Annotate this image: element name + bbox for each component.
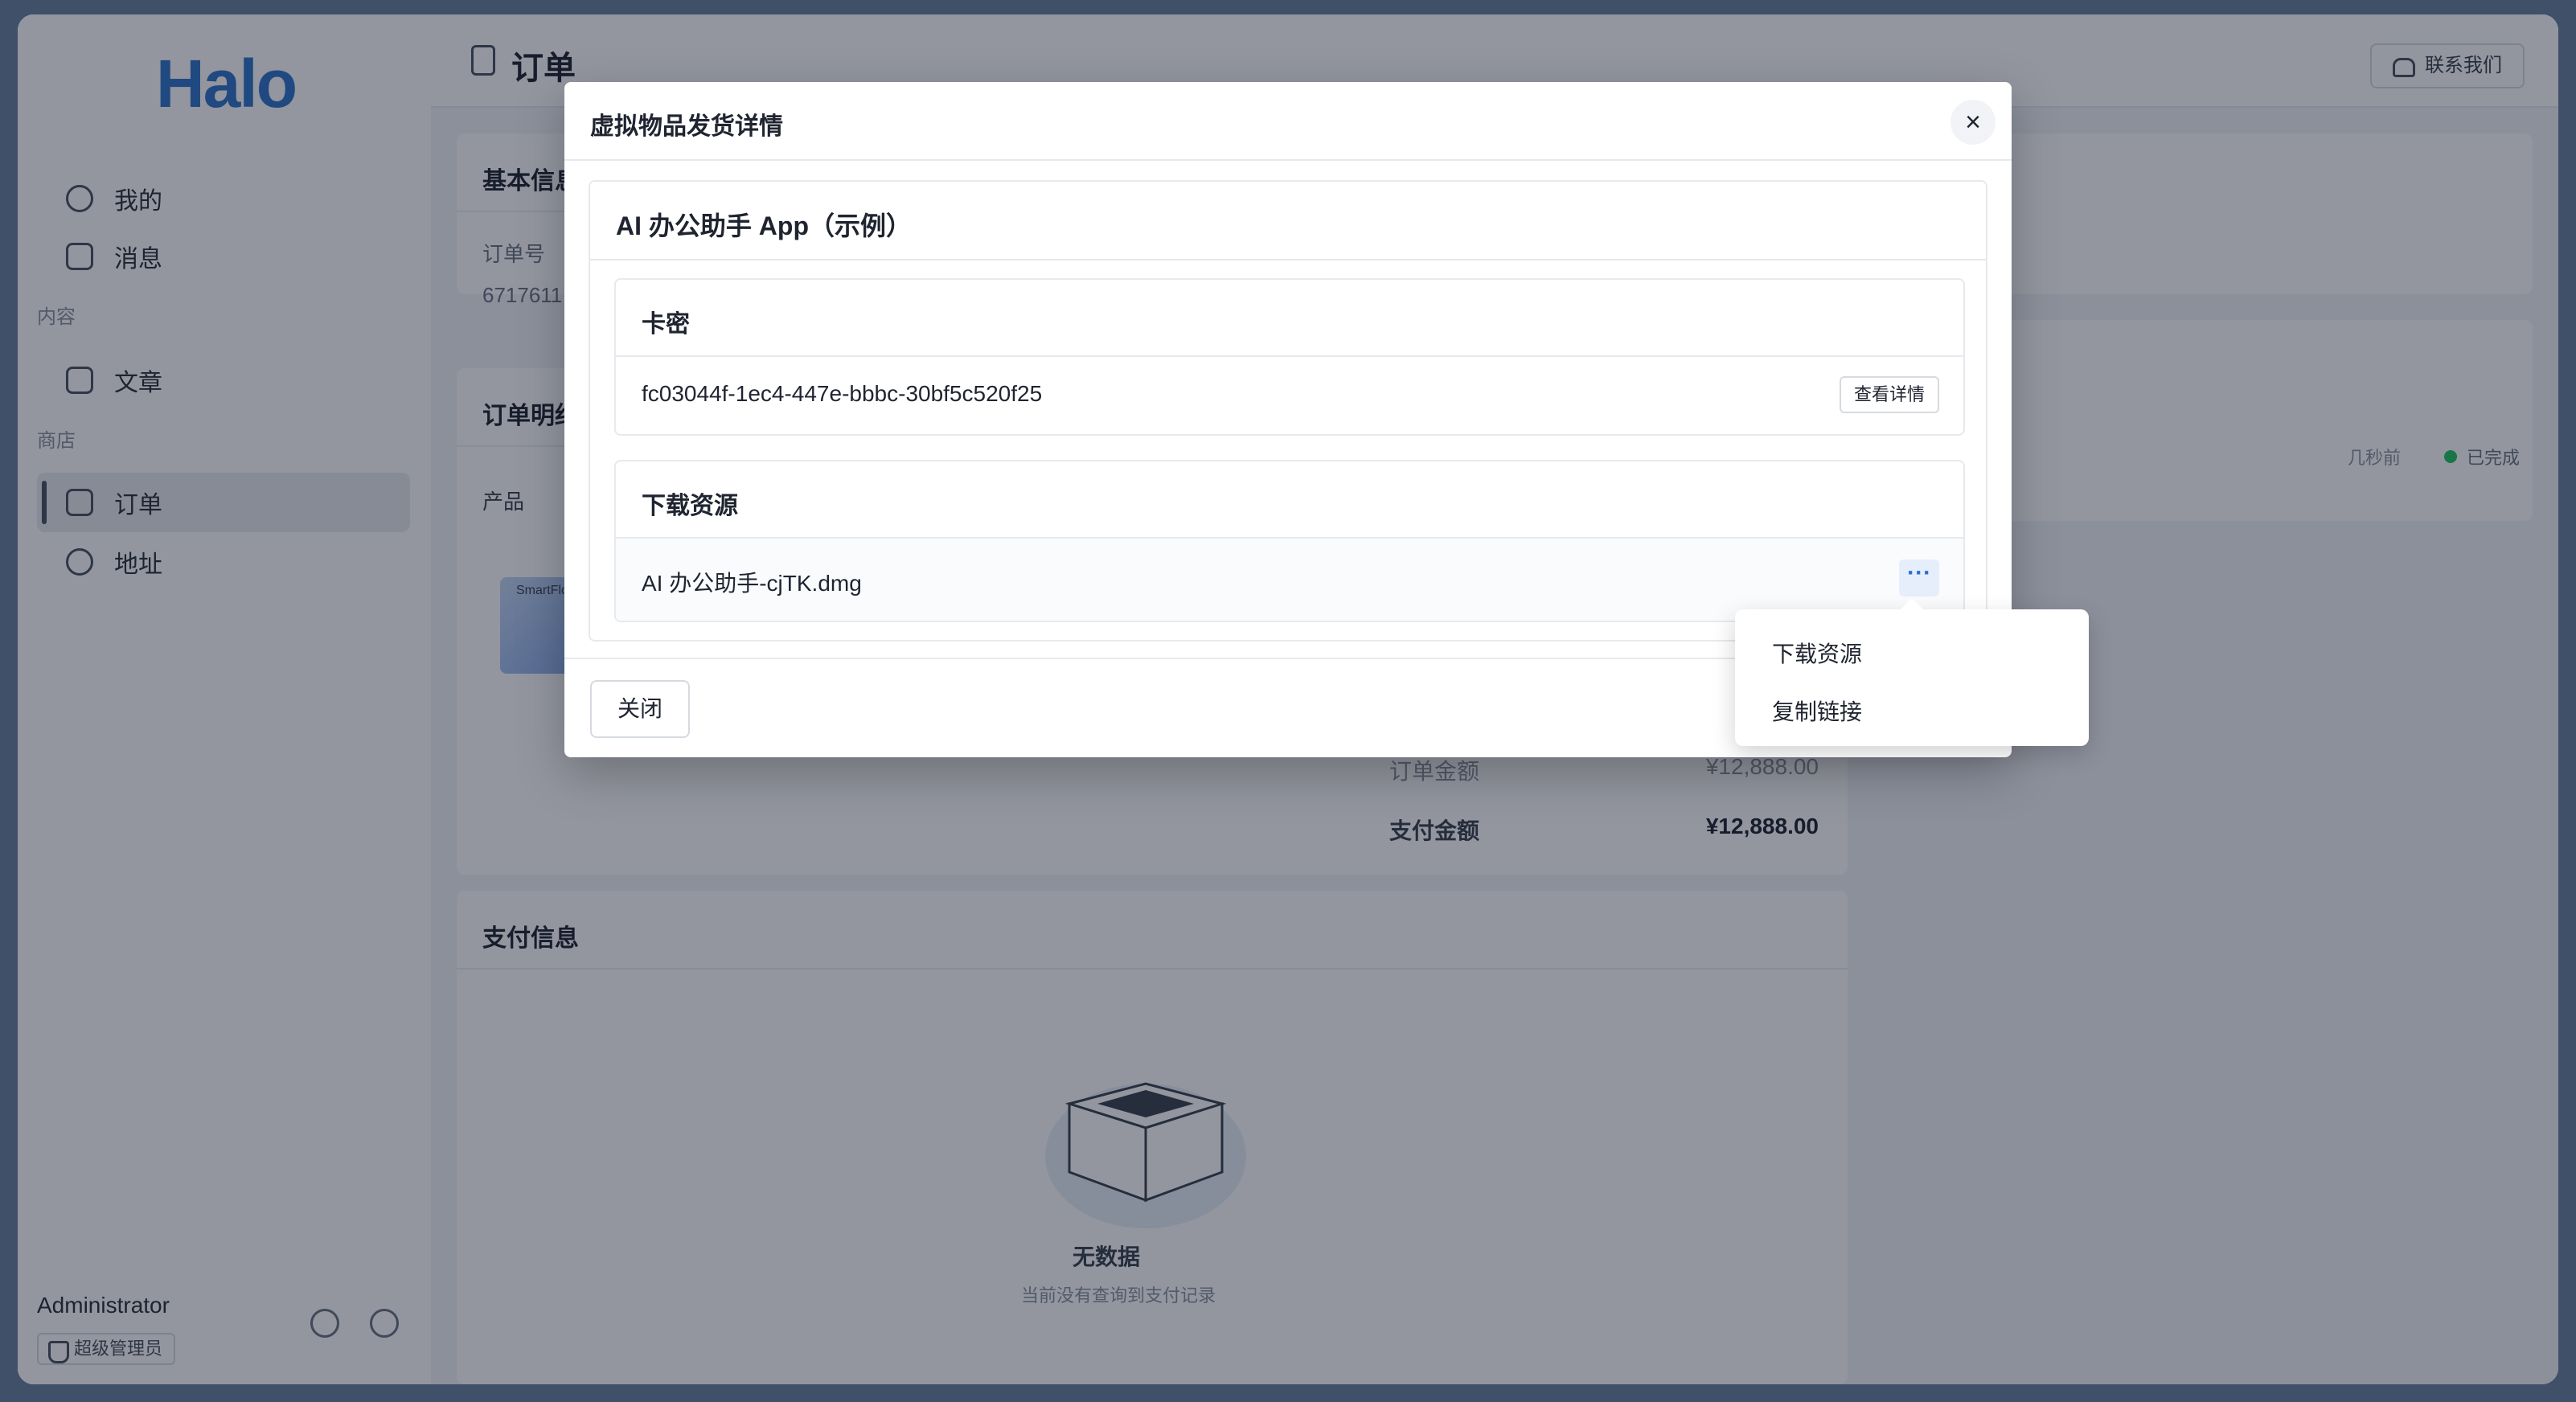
more-icon[interactable]: ··· — [1899, 560, 1939, 596]
view-details-button[interactable]: 查看详情 — [1839, 376, 1939, 413]
more-actions-dropdown: 下载资源 复制链接 — [1735, 609, 2089, 746]
close-icon[interactable]: × — [1950, 100, 1996, 145]
divider — [564, 159, 2012, 161]
card-key-section: 卡密 fc03044f-1ec4-447e-bbbc-30bf5c520f25 … — [614, 278, 1965, 436]
section-heading: 下载资源 — [642, 493, 738, 519]
download-section: 下载资源 AI 办公助手-cjTK.dmg ··· — [614, 460, 1965, 622]
menu-item-download[interactable]: 下载资源 — [1772, 637, 1862, 669]
divider — [616, 355, 1963, 357]
divider — [590, 259, 1986, 260]
section-heading: 卡密 — [642, 311, 690, 338]
menu-item-copy-link[interactable]: 复制链接 — [1772, 695, 1862, 727]
file-name: AI 办公助手-cjTK.dmg — [642, 571, 862, 596]
download-row: AI 办公助手-cjTK.dmg ··· — [616, 539, 1963, 621]
card-key-value: fc03044f-1ec4-447e-bbbc-30bf5c520f25 — [642, 381, 1043, 406]
modal-title: 虚拟物品发货详情 — [590, 113, 783, 140]
product-title: AI 办公助手 App（示例） — [616, 211, 912, 240]
close-button[interactable]: 关闭 — [590, 680, 691, 738]
product-card: AI 办公助手 App（示例） 卡密 fc03044f-1ec4-447e-bb… — [589, 180, 1987, 642]
